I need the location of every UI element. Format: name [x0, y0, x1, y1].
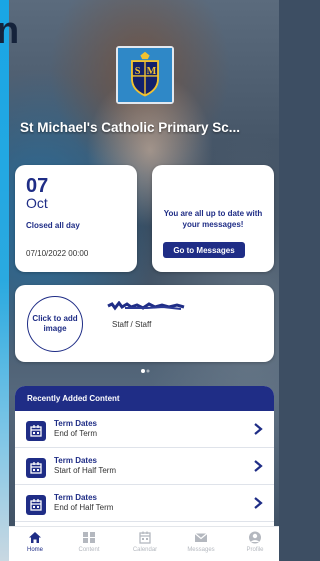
recent-content-header: Recently Added Content [15, 386, 274, 411]
tab-content[interactable]: Content [65, 531, 113, 561]
user-icon [249, 531, 261, 544]
closed-status: Closed all day [26, 221, 80, 230]
page-indicator-dots [141, 369, 150, 373]
tab-messages[interactable]: Messages [177, 531, 225, 561]
envelope-icon [194, 533, 208, 542]
recent-content-panel: Recently Added Content Term Dates End of… [15, 386, 274, 526]
content-title: Term Dates [54, 419, 97, 428]
date-month: Oct [26, 195, 48, 211]
svg-text:M: M [147, 66, 157, 77]
left-edge-strip [0, 0, 9, 561]
content-row[interactable]: Term Dates End of Half Term [15, 485, 274, 522]
calendar-icon [26, 495, 46, 515]
partial-heading-text: n [0, 10, 20, 52]
date-card: 07 Oct Closed all day 07/10/2022 00:00 [15, 165, 137, 272]
content-subtitle: End of Term [54, 429, 97, 438]
profile-role: Staff / Staff [112, 320, 152, 329]
school-name: St Michael's Catholic Primary Sc... [20, 120, 241, 135]
redacted-name-scribble [107, 301, 185, 311]
tab-label: Home [26, 547, 43, 553]
chevron-right-icon [254, 497, 263, 509]
content-subtitle: End of Half Term [54, 503, 114, 512]
content-subtitle: Start of Half Term [54, 466, 117, 475]
svg-text:S: S [135, 66, 141, 77]
chevron-right-icon [254, 423, 263, 435]
messages-status-text: You are all up to date with your message… [163, 209, 263, 229]
tab-calendar[interactable]: Calendar [121, 531, 169, 561]
school-crest-logo: S M [116, 46, 174, 104]
content-title: Term Dates [54, 456, 97, 465]
add-image-avatar[interactable]: Click to add image [27, 296, 83, 352]
go-to-messages-button[interactable]: Go to Messages [163, 242, 245, 258]
bottom-tab-bar: Home Content Calendar Messages Profile [9, 526, 279, 561]
calendar-icon [139, 531, 151, 544]
tab-home[interactable]: Home [11, 531, 59, 561]
content-row[interactable]: Term Dates Start of Half Term [15, 448, 274, 485]
tab-label: Calendar [132, 547, 158, 553]
tab-label: Messages [187, 547, 215, 553]
date-time-stamp: 07/10/2022 00:00 [26, 249, 89, 258]
home-icon [29, 532, 41, 543]
calendar-icon [26, 458, 46, 478]
tab-profile[interactable]: Profile [231, 531, 279, 561]
calendar-icon [26, 421, 46, 441]
avatar-label: Click to add image [32, 314, 78, 333]
profile-card: Click to add image Staff / Staff [15, 285, 274, 362]
tab-label: Content [78, 547, 100, 553]
messages-card: You are all up to date with your message… [152, 165, 274, 272]
chevron-right-icon [254, 460, 263, 472]
grid-icon [83, 532, 95, 543]
content-row[interactable]: Term Dates End of Term [15, 411, 274, 448]
tab-label: Profile [246, 547, 264, 553]
content-title: Term Dates [54, 493, 97, 502]
